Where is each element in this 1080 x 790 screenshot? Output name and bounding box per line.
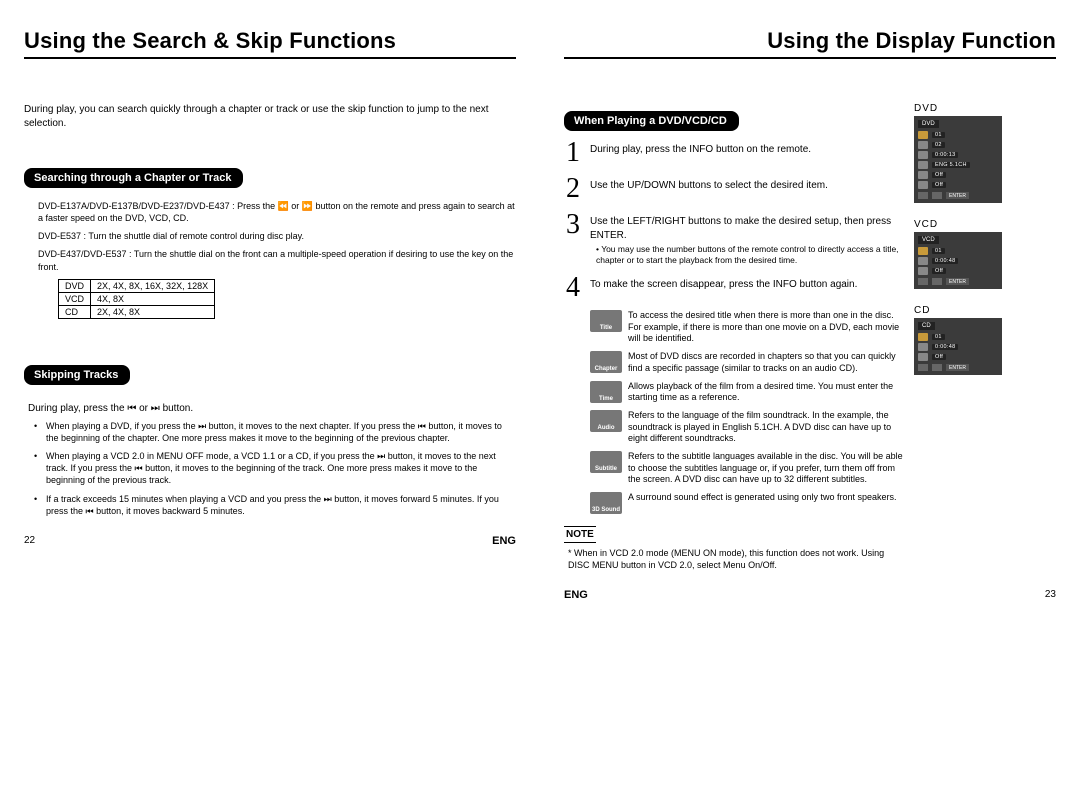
step-1: 1 During play, press the INFO button on …	[564, 139, 904, 167]
section-head-skipping: Skipping Tracks	[24, 365, 130, 385]
osd-label-dvd: DVD	[914, 103, 1006, 114]
page-number-left: 22	[24, 535, 35, 547]
osd-panel-dvd: DVD 01 02 0:00:13 ENG 5.1CH Off Off ENTE…	[914, 116, 1002, 203]
note-heading: NOTE	[564, 526, 596, 543]
subtitle-icon: Subtitle	[590, 451, 622, 473]
search-instruction-2: DVD-E537 : Turn the shuttle dial of remo…	[38, 230, 516, 242]
sound-3d-icon: 3D Sound	[590, 492, 622, 514]
page-number-right: 23	[1045, 589, 1056, 601]
osd-label-vcd: VCD	[914, 219, 1006, 230]
osd-label-cd: CD	[914, 305, 1006, 316]
desc-chapter: ChapterMost of DVD discs are recorded in…	[590, 351, 904, 374]
desc-subtitle: SubtitleRefers to the subtitle languages…	[590, 451, 904, 486]
skip-forward-icon: ⏭	[151, 403, 160, 414]
search-instruction-1: DVD-E137A/DVD-E137B/DVD-E237/DVD-E437 : …	[38, 200, 516, 224]
intro-text: During play, you can search quickly thro…	[24, 103, 516, 130]
time-icon: Time	[590, 381, 622, 403]
page-title-right: Using the Display Function	[564, 28, 1056, 59]
search-instruction-3: DVD-E437/DVD-E537 : Turn the shuttle dia…	[38, 248, 516, 272]
speed-table: DVD2X, 4X, 8X, 16X, 32X, 128X VCD4X, 8X …	[58, 279, 215, 319]
skip-back-icon: ⏮	[127, 403, 136, 414]
list-item: When playing a VCD 2.0 in MENU OFF mode,…	[38, 450, 516, 486]
table-row: CD2X, 4X, 8X	[59, 305, 215, 318]
right-side-column: DVD DVD 01 02 0:00:13 ENG 5.1CH Off Off …	[914, 101, 1006, 571]
page-left: Using the Search & Skip Functions During…	[24, 28, 516, 601]
right-main-column: When Playing a DVD/VCD/CD 1 During play,…	[564, 101, 904, 571]
list-item: If a track exceeds 15 minutes when playi…	[38, 493, 516, 517]
steps-list: 1 During play, press the INFO button on …	[564, 139, 904, 302]
skip-bullets: When playing a DVD, if you press the ⏭ b…	[24, 420, 516, 517]
step-2: 2 Use the UP/DOWN buttons to select the …	[564, 175, 904, 203]
skip-intro: During play, press the ⏮ or ⏭ button.	[28, 403, 516, 414]
section-head-searching: Searching through a Chapter or Track	[24, 168, 243, 188]
step-3: 3 Use the LEFT/RIGHT buttons to make the…	[564, 211, 904, 266]
desc-time: TimeAllows playback of the film from a d…	[590, 381, 904, 404]
lang-label-left: ENG	[492, 535, 516, 547]
table-row: VCD4X, 8X	[59, 292, 215, 305]
osd-panel-vcd: VCD 01 0:00:48 Off ENTER	[914, 232, 1002, 289]
page-title-left: Using the Search & Skip Functions	[24, 28, 516, 59]
section-head-when-playing: When Playing a DVD/VCD/CD	[564, 111, 739, 131]
desc-title: TitleTo access the desired title when th…	[590, 310, 904, 345]
audio-icon: Audio	[590, 410, 622, 432]
desc-3dsound: 3D SoundA surround sound effect is gener…	[590, 492, 904, 514]
lang-label-right: ENG	[564, 589, 588, 601]
step-4: 4 To make the screen disappear, press th…	[564, 274, 904, 302]
table-row: DVD2X, 4X, 8X, 16X, 32X, 128X	[59, 279, 215, 292]
list-item: When playing a DVD, if you press the ⏭ b…	[38, 420, 516, 444]
desc-audio: AudioRefers to the language of the film …	[590, 410, 904, 445]
chapter-icon: Chapter	[590, 351, 622, 373]
osd-panel-cd: CD 01 0:00:48 Off ENTER	[914, 318, 1002, 375]
note-body: * When in VCD 2.0 mode (MENU ON mode), t…	[564, 547, 904, 571]
page-right: Using the Display Function BASIC FUNCTIO…	[564, 28, 1056, 601]
title-icon: Title	[590, 310, 622, 332]
